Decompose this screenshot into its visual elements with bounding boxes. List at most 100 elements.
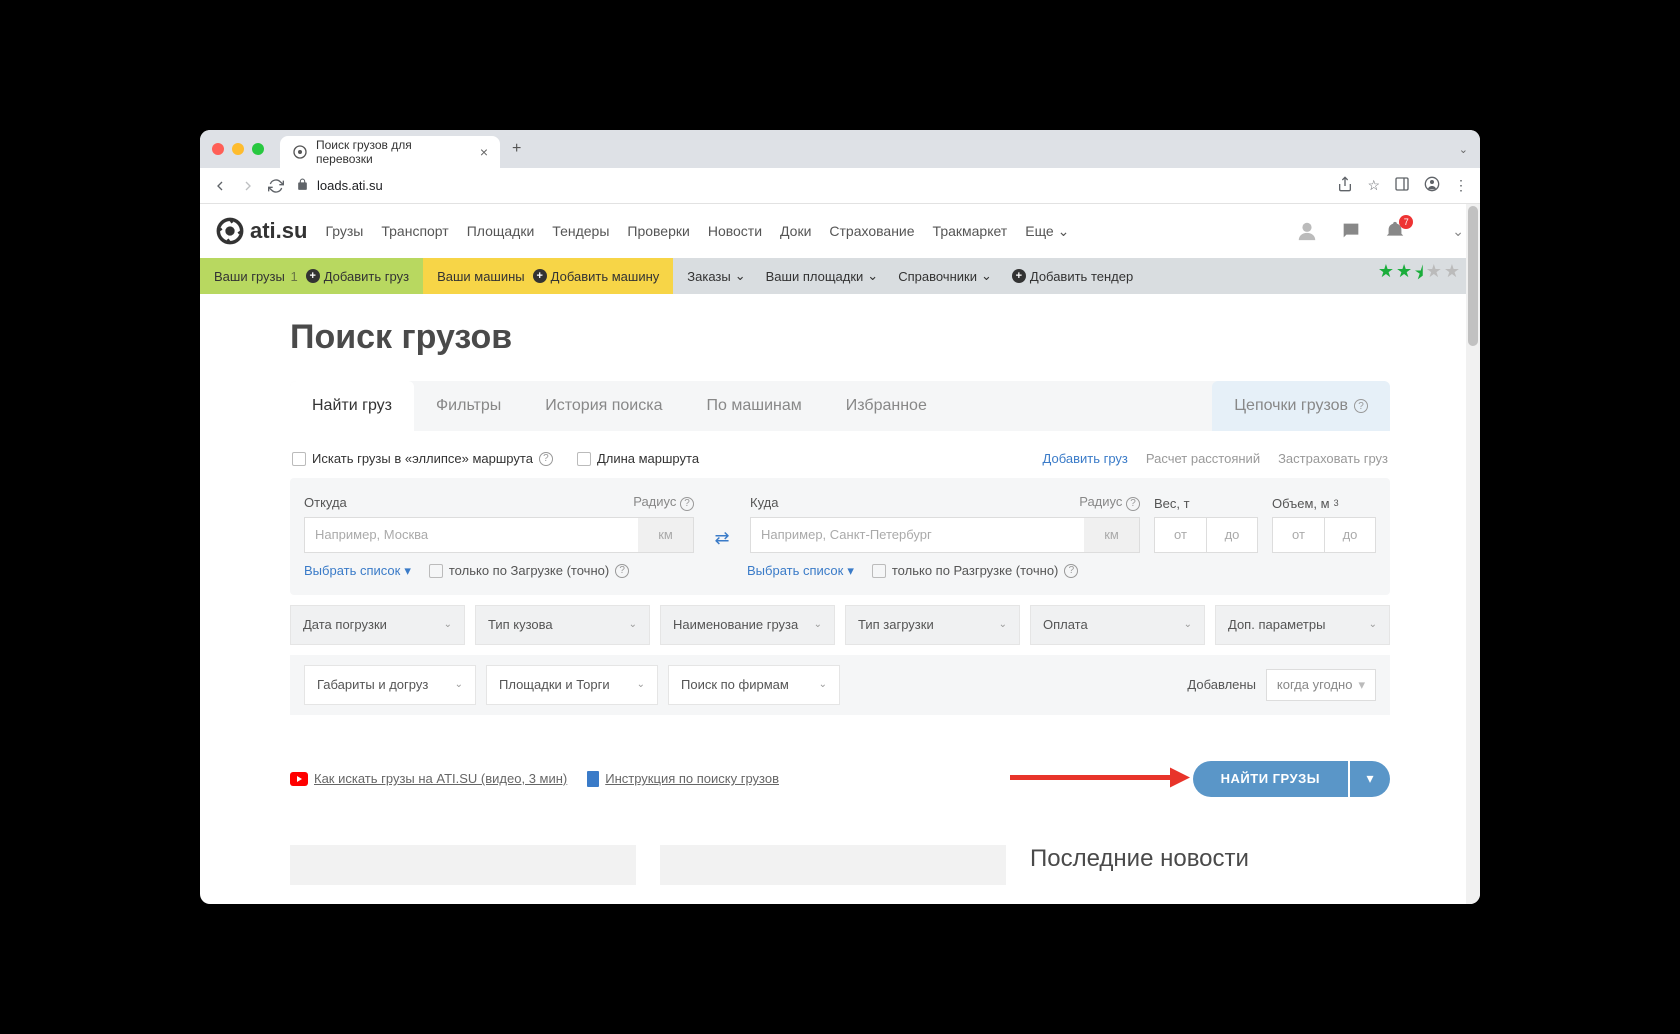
new-tab-button[interactable]: + [512,140,521,158]
add-tender-button[interactable]: +Добавить тендер [1012,269,1133,284]
address-field[interactable]: loads.ati.su [296,178,1325,194]
filter-body-type[interactable]: Тип кузова⌄ [475,605,650,645]
guide-link[interactable]: Инструкция по поиску грузов [587,771,779,787]
ellipse-checkbox[interactable]: Искать грузы в «эллипсе» маршрута? [292,451,553,466]
nav-more[interactable]: Еще ⌄ [1025,223,1069,240]
from-label: Откуда [304,495,347,510]
only-unloading-checkbox[interactable]: только по Разгрузке (точно)? [872,563,1079,578]
menu-icon[interactable]: ⋮ [1454,177,1468,194]
logo-text: ati.su [250,218,307,244]
back-button[interactable] [212,178,228,194]
tab-chains[interactable]: Цепочки грузов? [1212,381,1390,431]
tab-by-truck[interactable]: По машинам [685,381,824,431]
video-help-link[interactable]: Как искать грузы на ATI.SU (видео, 3 мин… [290,771,567,786]
nav-tenders[interactable]: Тендеры [552,223,609,240]
to-radius-input[interactable] [1084,517,1140,553]
user-icon[interactable] [1296,220,1318,242]
filter-sites-auctions[interactable]: Площадки и Торги⌄ [486,665,658,705]
url-actions: ☆ ⋮ [1337,176,1468,195]
to-input[interactable] [750,517,1084,553]
nav-docs[interactable]: Доки [780,223,811,240]
your-sites-dropdown[interactable]: Ваши площадки ⌄ [766,268,879,284]
from-select-list[interactable]: Выбрать список ▾ [304,563,411,579]
only-loading-checkbox[interactable]: только по Загрузке (точно)? [429,563,629,578]
nav-truckmarket[interactable]: Тракмаркет [933,223,1008,240]
reload-button[interactable] [268,178,284,194]
volume-from-input[interactable] [1272,517,1324,553]
tab-find-load[interactable]: Найти груз [290,381,414,431]
close-window-button[interactable] [212,143,224,155]
added-when-select[interactable]: когда угодно ▾ [1266,669,1376,701]
panel-icon[interactable] [1394,176,1410,195]
nav-checks[interactable]: Проверки [627,223,689,240]
search-inputs-row: ОткудаРадиус ? ⇄ КудаРадиус ? [290,478,1390,595]
scrollbar-thumb[interactable] [1468,206,1478,346]
from-radius-input[interactable] [638,517,694,553]
tab-filters[interactable]: Фильтры [414,381,523,431]
tab-history[interactable]: История поиска [523,381,684,431]
favicon-icon [292,144,308,160]
browser-window: Поиск грузов для перевозки × + ⌄ loads.a… [200,130,1480,904]
filter-by-company[interactable]: Поиск по фирмам⌄ [668,665,840,705]
chevron-down-icon: ⌄ [1058,223,1070,239]
add-truck-button[interactable]: +Добавить машину [533,269,660,284]
notifications-icon[interactable]: 7 [1384,220,1406,242]
rating-stars[interactable]: ★ ★ ⯨ ★ ★ [1378,261,1460,291]
document-icon [587,771,599,787]
filter-load-date[interactable]: Дата погрузки⌄ [290,605,465,645]
nav-transport[interactable]: Транспорт [381,223,448,240]
dirs-dropdown[interactable]: Справочники ⌄ [898,268,992,284]
minimize-window-button[interactable] [232,143,244,155]
weight-from-input[interactable] [1154,517,1206,553]
logo[interactable]: ati.su [216,217,307,245]
star-icon: ★ [1396,261,1412,291]
close-tab-icon[interactable]: × [480,144,488,160]
nav-news[interactable]: Новости [708,223,762,240]
help-icon: ? [1126,497,1140,511]
nav-insurance[interactable]: Страхование [829,223,914,240]
tab-favorites[interactable]: Избранное [824,381,949,431]
swap-button[interactable]: ⇄ [708,528,736,549]
orders-dropdown[interactable]: Заказы ⌄ [687,268,745,284]
your-trucks-link[interactable]: Ваши машины [437,269,525,284]
expand-chevron-icon[interactable]: ⌄ [1452,223,1464,240]
search-button[interactable]: НАЙТИ ГРУЗЫ [1193,761,1348,797]
browser-tab[interactable]: Поиск грузов для перевозки × [280,136,500,168]
youtube-icon [290,772,308,786]
search-dropdown-button[interactable]: ▾ [1350,761,1390,797]
plus-icon: + [533,269,547,283]
distance-calc-link[interactable]: Расчет расстояний [1146,451,1260,466]
nav-loads[interactable]: Грузы [325,223,363,240]
to-select-list[interactable]: Выбрать список ▾ [747,563,854,579]
filter-extra-params[interactable]: Доп. параметры⌄ [1215,605,1390,645]
maximize-window-button[interactable] [252,143,264,155]
your-loads-link[interactable]: Ваши грузы 1 [214,269,298,284]
bottom-row: Как искать грузы на ATI.SU (видео, 3 мин… [290,761,1390,797]
route-length-checkbox[interactable]: Длина маршрута [577,451,699,466]
volume-to-input[interactable] [1324,517,1376,553]
insure-link[interactable]: Застраховать груз [1278,451,1388,466]
forward-button[interactable] [240,178,256,194]
profile-icon[interactable] [1424,176,1440,195]
share-icon[interactable] [1337,176,1353,195]
tab-bar: Поиск грузов для перевозки × + ⌄ [200,130,1480,168]
filter-dimensions[interactable]: Габариты и догруз⌄ [304,665,476,705]
form-top-row: Искать грузы в «эллипсе» маршрута? Длина… [290,447,1390,478]
add-load-link[interactable]: Добавить груз [1043,451,1128,466]
main-nav: Грузы Транспорт Площадки Тендеры Проверк… [325,223,1069,240]
filter-loading-type[interactable]: Тип загрузки⌄ [845,605,1020,645]
nav-sites[interactable]: Площадки [467,223,535,240]
filter-payment[interactable]: Оплата⌄ [1030,605,1205,645]
chat-icon[interactable] [1340,220,1362,242]
site-header: ati.su Грузы Транспорт Площадки Тендеры … [200,204,1480,258]
bookmark-icon[interactable]: ☆ [1367,177,1380,194]
weight-label: Вес, т [1154,496,1258,511]
filter-cargo-name[interactable]: Наименование груза⌄ [660,605,835,645]
bottom-section: Последние новости [290,845,1390,885]
help-icon: ? [1064,564,1078,578]
add-load-button[interactable]: +Добавить груз [306,269,409,284]
chevron-down-icon[interactable]: ⌄ [1459,143,1468,156]
window-controls [212,143,264,155]
from-input[interactable] [304,517,638,553]
weight-to-input[interactable] [1206,517,1258,553]
